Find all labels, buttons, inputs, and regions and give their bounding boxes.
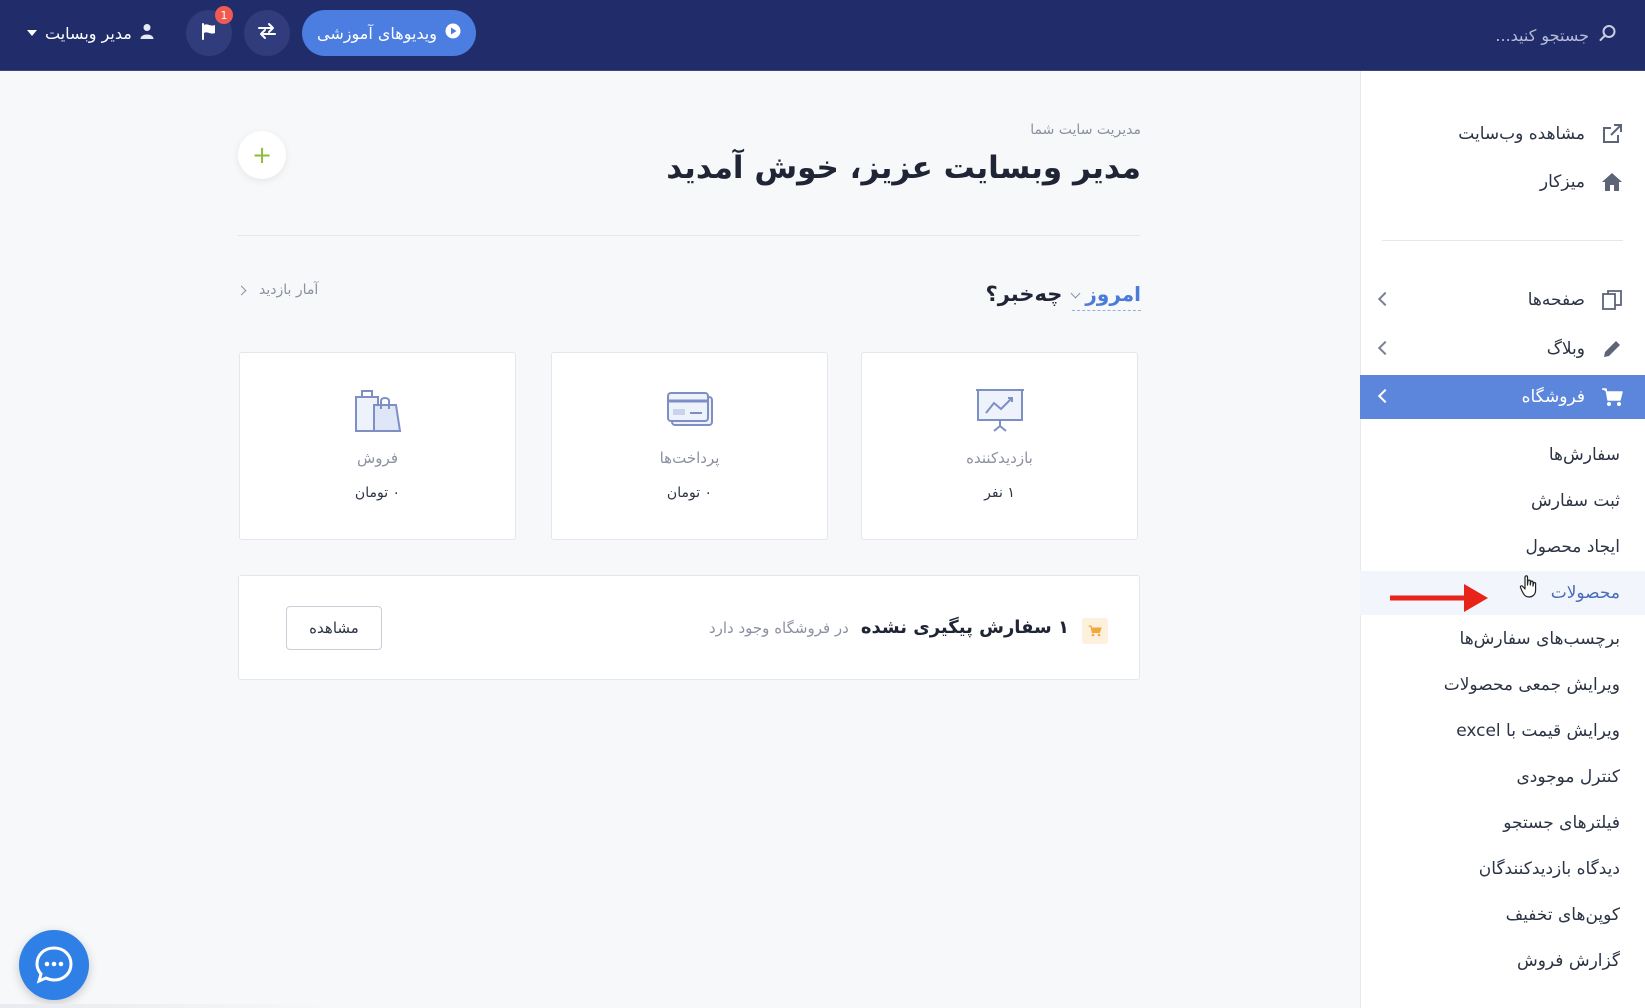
home-icon (1599, 169, 1625, 195)
chevron-down-icon (1070, 288, 1081, 299)
pending-orders-text: در فروشگاه وجود دارد (708, 619, 849, 637)
sidebar-subitem-label: گزارش فروش (1516, 951, 1620, 971)
card-value: ۰ تومان (354, 485, 401, 501)
chat-support-button[interactable] (19, 930, 89, 1000)
sidebar-subitem-label: دیدگاه بازدیدکنندگان (1478, 859, 1620, 879)
pending-orders-count: ۱ سفارش پیگیری نشده (860, 617, 1069, 638)
period-dropdown[interactable]: امروز (1070, 281, 1141, 311)
search-input[interactable] (1437, 24, 1591, 46)
payments-card[interactable]: پرداخت‌ها ۰ تومان (551, 352, 828, 540)
sidebar-subitem-sales-report[interactable]: گزارش فروش (1360, 939, 1645, 983)
swap-arrows-icon (257, 22, 277, 44)
pencil-icon (1599, 336, 1625, 362)
sidebar-subitem-label: سفارش‌ها (1548, 445, 1620, 465)
sidebar-divider (1382, 240, 1623, 241)
sidebar-subitem-reviews[interactable]: دیدگاه بازدیدکنندگان (1360, 847, 1645, 891)
sidebar-subitem-create-product[interactable]: ایجاد محصول (1360, 525, 1645, 569)
sidebar-subitem-label: ثبت سفارش (1531, 491, 1620, 511)
search-icon (1599, 24, 1617, 46)
tutorial-videos-label: ویدیوهای آموزشی (317, 23, 437, 43)
annotation-arrow-icon (1390, 584, 1488, 612)
sidebar: مشاهده وب‌سایت میزکار صفحه‌ها وبلاگ فروش… (1360, 71, 1645, 1008)
external-link-icon (1599, 121, 1625, 147)
period-label: امروز (1085, 281, 1141, 306)
sidebar-subitem-coupons[interactable]: کوپن‌های تخفیف (1360, 893, 1645, 937)
user-name: مدیر وبسایت (45, 23, 132, 43)
flag-icon (200, 22, 218, 44)
sidebar-subitem-search-filters[interactable]: فیلترهای جستجو (1360, 801, 1645, 845)
pending-orders-notice: ۱ سفارش پیگیری نشده در فروشگاه وجود دارد… (238, 575, 1140, 680)
card-label: بازدیدکننده (966, 449, 1033, 467)
sidebar-item-label: صفحه‌ها (1527, 290, 1585, 310)
sidebar-subitem-order-tags[interactable]: برچسب‌های سفارش‌ها (1360, 617, 1645, 661)
sidebar-subitem-inventory[interactable]: کنترل موجودی (1360, 755, 1645, 799)
cart-icon (1082, 618, 1108, 644)
plus-icon: + (251, 141, 273, 169)
sidebar-subitem-label: فیلترهای جستجو (1503, 813, 1620, 833)
visit-stats-label: آمار بازدید (259, 282, 319, 298)
search-box[interactable] (1437, 20, 1617, 50)
chevron-left-icon (1377, 388, 1393, 404)
page-subtitle: مدیریت سایت شما (1030, 122, 1141, 138)
notification-badge: 1 (215, 6, 233, 24)
visit-stats-link[interactable]: آمار بازدید (236, 282, 319, 298)
sidebar-item-view-site[interactable]: مشاهده وب‌سایت (1360, 112, 1645, 156)
caret-down-icon (27, 30, 37, 36)
user-icon (140, 23, 154, 43)
sidebar-subitem-orders[interactable]: سفارش‌ها (1360, 433, 1645, 477)
card-value: ۰ تومان (666, 485, 713, 501)
sidebar-subitem-label: ویرایش قیمت با excel (1456, 721, 1620, 741)
whats-new-header: امروز چه‌خبر؟ (986, 278, 1141, 314)
sidebar-subitem-excel-price[interactable]: ویرایش قیمت با excel (1360, 709, 1645, 753)
chevron-left-icon (236, 285, 247, 295)
sidebar-item-pages[interactable]: صفحه‌ها (1360, 278, 1645, 322)
sidebar-item-shop[interactable]: فروشگاه (1360, 375, 1645, 419)
card-label: پرداخت‌ها (659, 449, 720, 467)
cart-icon (1599, 384, 1625, 410)
chevron-left-icon (1377, 340, 1393, 356)
sidebar-item-label: وبلاگ (1546, 339, 1585, 359)
header-divider (238, 235, 1140, 236)
sidebar-subitem-label: برچسب‌های سفارش‌ها (1459, 629, 1620, 649)
sidebar-subitem-register-order[interactable]: ثبت سفارش (1360, 479, 1645, 523)
card-label: فروش (356, 449, 398, 467)
add-button[interactable]: + (238, 131, 286, 179)
chat-bubble-icon (35, 946, 73, 984)
sidebar-subitem-label: کوپن‌های تخفیف (1505, 905, 1620, 925)
sidebar-subitem-bulk-edit[interactable]: ویرایش جمعی محصولات (1360, 663, 1645, 707)
sidebar-subitem-label: ویرایش جمعی محصولات (1443, 675, 1620, 695)
bottom-divider (0, 1004, 340, 1008)
switch-button[interactable] (244, 10, 290, 56)
sidebar-subitem-label: محصولات (1550, 583, 1620, 603)
view-orders-button[interactable]: مشاهده (286, 606, 382, 650)
sidebar-subitem-label: ایجاد محصول (1525, 537, 1620, 557)
whats-new-label: چه‌خبر؟ (985, 282, 1063, 306)
visitors-card[interactable]: بازدیدکننده ۱ نفر (861, 352, 1138, 540)
pending-orders-message: ۱ سفارش پیگیری نشده در فروشگاه وجود دارد (709, 617, 1069, 638)
sidebar-item-dashboard[interactable]: میزکار (1360, 160, 1645, 204)
user-menu[interactable]: مدیر وبسایت (27, 20, 154, 46)
sales-card[interactable]: فروش ۰ تومان (239, 352, 516, 540)
hand-cursor-icon (1519, 575, 1537, 598)
page-title: مدیر وبسایت عزیز، خوش آمدید (666, 150, 1141, 186)
sidebar-item-blog[interactable]: وبلاگ (1360, 327, 1645, 371)
play-icon (445, 23, 461, 43)
notifications-button[interactable]: 1 (186, 6, 233, 56)
copy-pages-icon (1599, 287, 1625, 313)
sidebar-item-label: مشاهده وب‌سایت (1458, 124, 1585, 144)
tutorial-videos-button[interactable]: ویدیوهای آموزشی (302, 10, 476, 56)
sidebar-item-label: فروشگاه (1521, 387, 1585, 407)
card-value: ۱ نفر (984, 485, 1015, 501)
sidebar-item-label: میزکار (1539, 172, 1585, 192)
chevron-left-icon (1377, 291, 1393, 307)
sidebar-subitem-label: کنترل موجودی (1516, 767, 1620, 787)
top-bar: ویدیوهای آموزشی 1 مدیر وبسایت (0, 0, 1645, 71)
